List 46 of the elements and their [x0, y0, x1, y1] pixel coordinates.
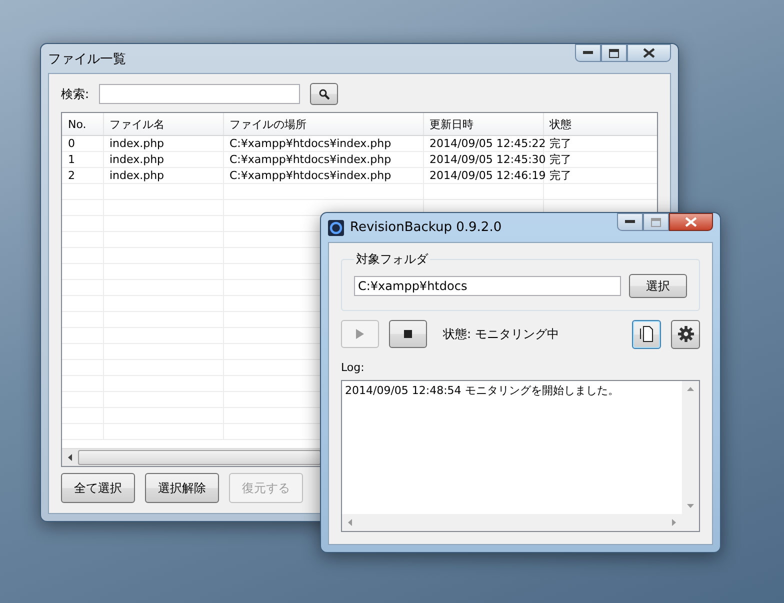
- settings-icon: [678, 326, 694, 342]
- column-header[interactable]: ファイルの場所: [223, 113, 423, 136]
- column-header[interactable]: No.: [62, 113, 103, 136]
- table-cell: 1: [62, 152, 103, 168]
- table-cell: 2: [62, 168, 103, 184]
- maximize-icon: [609, 48, 619, 58]
- minimize-icon: [625, 220, 635, 224]
- minimize-button[interactable]: [617, 213, 643, 231]
- status-text: 状態: モニタリング中: [443, 326, 560, 342]
- table-cell: 2014/09/05 12:46:19: [423, 168, 543, 184]
- log-area[interactable]: 2014/09/05 12:48:54 モニタリングを開始しました。: [341, 380, 700, 532]
- document-icon: [640, 326, 653, 342]
- search-label: 検索:: [61, 86, 90, 102]
- window-title: RevisionBackup 0.9.2.0: [350, 220, 503, 235]
- table-cell: C:¥xampp¥htdocs¥index.php: [223, 136, 423, 152]
- table-cell: index.php: [103, 152, 223, 168]
- log-label: Log:: [341, 361, 366, 374]
- log-line: 2014/09/05 12:48:54 モニタリングを開始しました。: [345, 383, 620, 398]
- close-icon: [685, 217, 697, 227]
- maximize-icon: [651, 218, 661, 226]
- table-cell: C:¥xampp¥htdocs¥index.php: [223, 168, 423, 184]
- play-icon: [356, 329, 364, 339]
- minimize-icon: [583, 51, 593, 55]
- scroll-left-icon[interactable]: [68, 454, 72, 461]
- table-cell: 2014/09/05 12:45:30: [423, 152, 543, 168]
- app-ring-icon: [328, 220, 344, 236]
- stop-icon: [404, 330, 412, 338]
- table-cell: index.php: [103, 168, 223, 184]
- close-icon: [643, 48, 655, 58]
- column-header[interactable]: 更新日時: [423, 113, 543, 136]
- select-button[interactable]: 選択: [629, 274, 687, 298]
- horizontal-scrollbar[interactable]: [62, 448, 321, 466]
- document-button[interactable]: [632, 320, 661, 348]
- folder-path-field[interactable]: C:¥xampp¥htdocs: [354, 276, 621, 296]
- table-cell: C:¥xampp¥htdocs¥index.php: [223, 152, 423, 168]
- table-cell: index.php: [103, 136, 223, 152]
- column-header[interactable]: 状態: [543, 113, 657, 136]
- window-title: ファイル一覧: [48, 50, 127, 68]
- table-cell: 0: [62, 136, 103, 152]
- close-button[interactable]: [669, 213, 713, 231]
- stop-button[interactable]: [389, 320, 427, 348]
- search-icon: [318, 88, 330, 100]
- group-label: 対象フォルダ: [355, 251, 430, 268]
- settings-button[interactable]: [671, 320, 700, 348]
- table-cell: 2014/09/05 12:45:22: [423, 136, 543, 152]
- column-header[interactable]: ファイル名: [103, 113, 223, 136]
